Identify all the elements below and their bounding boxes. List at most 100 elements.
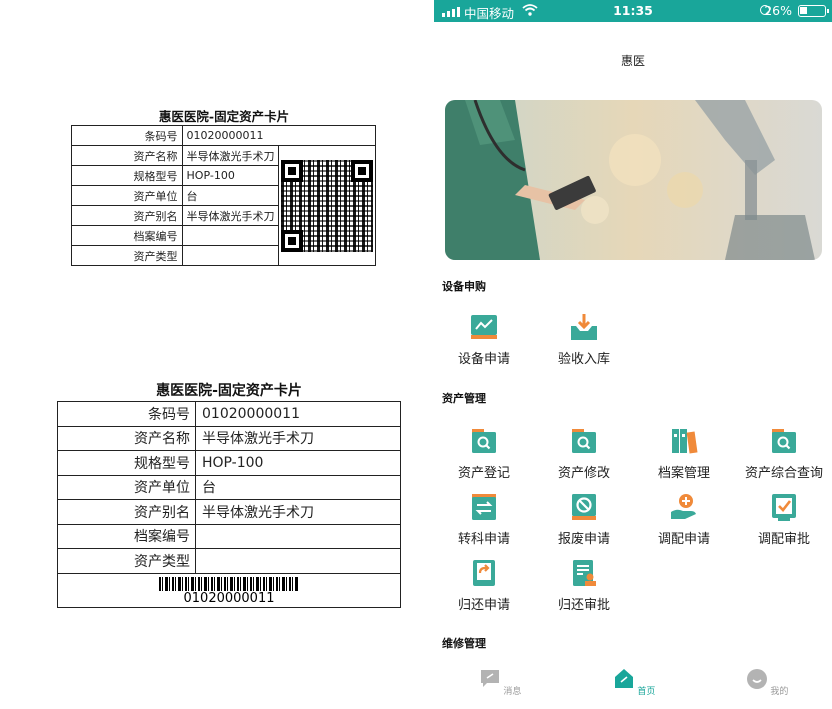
barcode-cell: 01020000011 bbox=[57, 572, 401, 608]
status-bar: 中国移动 11:35 26% bbox=[434, 0, 832, 22]
row-value: 台 bbox=[181, 185, 280, 206]
grid-item-label: 资产修改 bbox=[557, 466, 610, 481]
checkbox-approve-icon bbox=[772, 494, 796, 521]
grid-item-label: 资产综合查询 bbox=[744, 466, 823, 481]
grid-item-label: 设备申请 bbox=[457, 352, 510, 367]
row-key: 档案编号 bbox=[71, 225, 183, 246]
return-phone-icon bbox=[473, 560, 495, 586]
grid-item-asset-query[interactable]: 资产综合查询 bbox=[734, 426, 832, 482]
row-value bbox=[181, 225, 280, 246]
table-row: 档案编号 bbox=[57, 523, 401, 549]
table-row: 资产别名 半导体激光手术刀 bbox=[57, 499, 401, 525]
row-value bbox=[181, 245, 280, 266]
qr-cell bbox=[278, 145, 376, 266]
tab-messages[interactable]: 消息 bbox=[470, 668, 530, 697]
row-value: 半导体激光手术刀 bbox=[181, 205, 280, 226]
table-row: 01020000011 bbox=[57, 572, 401, 608]
table-row: 条码号 01020000011 bbox=[57, 401, 401, 427]
row-value: 半导体激光手术刀 bbox=[195, 499, 401, 525]
row-key: 档案编号 bbox=[57, 523, 196, 549]
row-value: 半导体激光手术刀 bbox=[195, 425, 401, 451]
row-value: 01020000011 bbox=[181, 125, 377, 146]
row-key: 资产类型 bbox=[71, 245, 183, 266]
message-icon bbox=[480, 670, 499, 687]
grid-item-asset-register[interactable]: 资产登记 bbox=[434, 426, 534, 482]
row-key: 资产别名 bbox=[57, 499, 196, 525]
small-card-title: 惠医医院-固定资产卡片 bbox=[158, 109, 290, 124]
row-value: 台 bbox=[195, 474, 401, 500]
carousel-dots bbox=[623, 249, 637, 260]
grid-item-acceptance-storage[interactable]: 验收入库 bbox=[534, 312, 634, 368]
battery-percent: 26% bbox=[764, 3, 792, 18]
row-value: HOP-100 bbox=[181, 165, 280, 186]
grid-item-allocation-approve[interactable]: 调配审批 bbox=[734, 492, 832, 548]
grid-item-label: 验收入库 bbox=[557, 352, 610, 367]
row-key: 资产单位 bbox=[71, 185, 183, 206]
table-row: 资产类型 bbox=[57, 548, 401, 574]
grid-item-label: 档案管理 bbox=[657, 466, 710, 481]
table-row: 资产名称 半导体激光手术刀 bbox=[57, 425, 401, 451]
grid-item-label: 资产登记 bbox=[457, 466, 510, 481]
row-key: 条码号 bbox=[71, 125, 183, 146]
table-row: 资产单位 台 bbox=[57, 474, 401, 500]
row-value bbox=[195, 523, 401, 549]
grid-item-return-approve[interactable]: 归还审批 bbox=[534, 558, 634, 614]
section-title-equipment-purchase: 设备申购 bbox=[442, 280, 486, 293]
section-title-asset-management: 资产管理 bbox=[442, 392, 486, 405]
battery-icon bbox=[798, 5, 829, 17]
tab-profile[interactable]: 我的 bbox=[737, 668, 797, 697]
row-key: 资产别名 bbox=[71, 205, 183, 226]
row-value: HOP-100 bbox=[195, 450, 401, 476]
row-key: 资产名称 bbox=[71, 145, 183, 166]
table-row: 规格型号 HOP-100 bbox=[57, 450, 401, 476]
tab-label: 首页 bbox=[637, 687, 656, 697]
grid-item-equipment-apply[interactable]: 设备申请 bbox=[434, 312, 534, 368]
folder-search-icon bbox=[772, 429, 796, 453]
qr-code-icon bbox=[281, 159, 374, 252]
grid-item-label: 归还申请 bbox=[457, 598, 510, 613]
row-key: 规格型号 bbox=[71, 165, 183, 186]
chart-line-icon bbox=[471, 315, 497, 339]
row-key: 规格型号 bbox=[57, 450, 196, 476]
grid-item-scrap-apply[interactable]: 报废申请 bbox=[534, 492, 634, 548]
row-value: 半导体激光手术刀 bbox=[181, 145, 280, 166]
barcode-number: 01020000011 bbox=[183, 590, 275, 606]
grid-item-department-transfer[interactable]: 转科申请 bbox=[434, 492, 534, 548]
profile-icon bbox=[746, 669, 767, 689]
mobile-app-screen: 中国移动 11:35 26% 惠医 设备申购 设备申请 验收入库 资产管理 资产… bbox=[434, 0, 832, 709]
folder-search-icon bbox=[472, 429, 496, 453]
tab-home[interactable]: 首页 bbox=[604, 668, 664, 697]
scrap-disc-icon bbox=[572, 494, 596, 520]
banner-image bbox=[445, 100, 822, 260]
barcode-icon bbox=[159, 576, 299, 591]
banner-carousel[interactable] bbox=[445, 100, 822, 260]
grid-item-asset-modify[interactable]: 资产修改 bbox=[534, 426, 634, 482]
hand-plus-icon bbox=[671, 494, 696, 519]
tab-label: 消息 bbox=[503, 687, 522, 697]
grid-item-label: 调配申请 bbox=[657, 532, 710, 547]
section-title-maintenance: 维修管理 bbox=[442, 637, 486, 650]
home-icon bbox=[614, 669, 633, 688]
row-value bbox=[195, 548, 401, 574]
inbox-download-icon bbox=[571, 314, 597, 340]
row-key: 资产类型 bbox=[57, 548, 196, 574]
small-asset-card: 条码号 01020000011 资产名称 半导体激光手术刀 规格型号 HOP-1… bbox=[71, 125, 377, 266]
row-key: 资产名称 bbox=[57, 425, 196, 451]
transfer-arrows-icon bbox=[472, 494, 496, 520]
large-asset-card: 条码号 01020000011 资产名称 半导体激光手术刀 规格型号 HOP-1… bbox=[57, 401, 401, 608]
grid-item-return-apply[interactable]: 归还申请 bbox=[434, 558, 534, 614]
grid-item-archive-management[interactable]: 档案管理 bbox=[634, 426, 734, 482]
grid-item-allocation-apply[interactable]: 调配申请 bbox=[634, 492, 734, 548]
grid-item-label: 归还审批 bbox=[557, 598, 610, 613]
grid-item-label: 转科申请 bbox=[457, 532, 510, 547]
nav-title: 惠医 bbox=[620, 54, 645, 68]
grid-item-label: 调配审批 bbox=[757, 532, 810, 547]
grid-item-label: 报废申请 bbox=[557, 532, 610, 547]
row-key: 资产单位 bbox=[57, 474, 196, 500]
binders-icon bbox=[672, 429, 698, 454]
row-key: 条码号 bbox=[57, 401, 196, 427]
document-stamp-icon bbox=[573, 560, 596, 586]
table-row: 资产名称 半导体激光手术刀 bbox=[71, 145, 376, 266]
bottom-tab-bar: 消息 首页 我的 bbox=[434, 662, 832, 709]
folder-search-icon bbox=[572, 429, 596, 453]
